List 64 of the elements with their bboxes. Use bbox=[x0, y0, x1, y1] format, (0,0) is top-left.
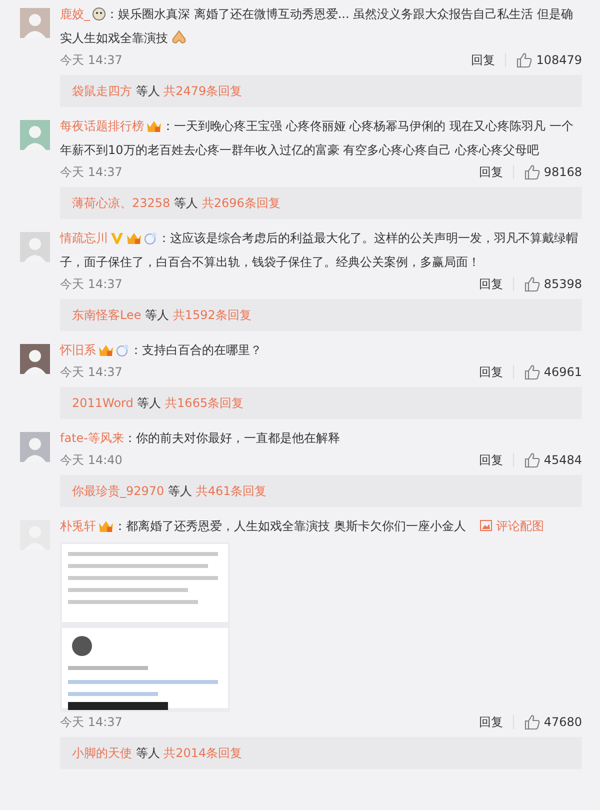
timestamp: 今天 14:37 bbox=[60, 364, 122, 381]
comment-text: 怀旧系 ：支持白百合的在哪里？ bbox=[60, 342, 263, 359]
thumbs-up-icon[interactable] bbox=[524, 452, 540, 468]
username-link[interactable]: 朴兎轩 bbox=[60, 519, 96, 533]
reply-link[interactable]: 回复 bbox=[478, 163, 503, 181]
like-count: 45484 bbox=[544, 452, 582, 469]
thumbs-up-icon[interactable] bbox=[524, 164, 540, 180]
comment-text: 每夜话题排行榜 ：一天到晚心疼王宝强 心疼佟丽娅 心疼杨幂马伊俐的 现在又心疼陈羽凡 一个年薪不到10万的老百姓去心疼一群年收入过亿的富豪 有空多心疼心疼自己 心疼心疼父母吧 bbox=[60, 118, 574, 159]
username-link[interactable]: 怀旧系 bbox=[60, 343, 96, 357]
timestamp: 今天 14:37 bbox=[60, 714, 122, 731]
reply-users-link[interactable]: 你最珍贵_92970 bbox=[72, 484, 164, 498]
reply-users-link[interactable]: 2011Word bbox=[72, 396, 134, 410]
username-link[interactable]: 鹿姣_ bbox=[60, 7, 90, 21]
username-link[interactable]: 每夜话题排行榜 bbox=[60, 119, 144, 133]
like-count: 108479 bbox=[536, 52, 582, 69]
timestamp: 今天 14:37 bbox=[60, 52, 122, 69]
verified-icon bbox=[110, 231, 124, 245]
timestamp: 今天 14:37 bbox=[60, 164, 122, 181]
reply-count-link[interactable]: 共1665条回复 bbox=[165, 396, 244, 410]
like-count: 98168 bbox=[544, 164, 582, 181]
reply-link[interactable]: 回复 bbox=[478, 275, 503, 293]
timestamp: 今天 14:37 bbox=[60, 276, 122, 293]
crown-icon bbox=[146, 119, 162, 133]
reply-users-link[interactable]: 小脚的天使 bbox=[72, 746, 132, 760]
replies-text: 等人 bbox=[137, 396, 162, 410]
replies-text: 等人 bbox=[168, 484, 192, 498]
reply-count-link[interactable]: 共461条回复 bbox=[196, 484, 267, 498]
reply-users-link[interactable]: 袋鼠走四方 bbox=[72, 84, 132, 98]
thumbs-up-icon[interactable] bbox=[524, 276, 540, 292]
reply-count-link[interactable]: 共2014条回复 bbox=[164, 746, 242, 760]
reply-count-link[interactable]: 共1592条回复 bbox=[172, 308, 252, 322]
crown-icon bbox=[126, 231, 142, 245]
reply-count-link[interactable]: 共2479条回复 bbox=[164, 84, 242, 98]
reply-link[interactable]: 回复 bbox=[478, 363, 503, 381]
like-count: 85398 bbox=[544, 276, 582, 293]
thumbs-up-icon[interactable] bbox=[524, 714, 540, 730]
comment-text: fate-等风来：你的前夫对你最好，一直都是他在解释 bbox=[60, 430, 341, 447]
replies-text: 等人 bbox=[174, 196, 198, 210]
replies-text: 等人 bbox=[136, 84, 160, 98]
username-link[interactable]: 情疏忘川 bbox=[60, 231, 108, 245]
username-link[interactable]: fate-等风来 bbox=[60, 431, 124, 445]
reply-link[interactable]: 回复 bbox=[471, 51, 496, 69]
ring-icon bbox=[144, 231, 158, 245]
reply-users-link[interactable]: 薄荷心凉、23258 bbox=[72, 196, 170, 210]
timestamp: 今天 14:40 bbox=[60, 452, 122, 469]
thumbs-up-icon[interactable] bbox=[516, 52, 532, 68]
comment-image-link[interactable]: 评论配图 bbox=[480, 519, 544, 533]
thumbs-up-icon[interactable] bbox=[524, 364, 540, 380]
comment-text: 朴兎轩 ：都离婚了还秀恩爱，人生如戏全靠演技 奥斯卡欠你们一座小金人 评论配图 bbox=[60, 518, 545, 535]
crown-icon bbox=[98, 519, 114, 533]
replies-text: 等人 bbox=[136, 746, 160, 760]
like-count: 47680 bbox=[544, 714, 582, 731]
image-icon bbox=[480, 520, 492, 531]
comment-text: 情疏忘川 ：这应该是综合考虑后的利益最大化了。这样的公关声明一发，羽凡不算戴绿帽子，面子保住了，白百合不算出轨，钱袋子保住了。经典公关案例，多赢局面！ bbox=[60, 230, 579, 271]
reply-link[interactable]: 回复 bbox=[478, 451, 503, 469]
ring-icon bbox=[116, 343, 130, 357]
crown-icon bbox=[98, 343, 114, 357]
like-count: 46961 bbox=[544, 364, 582, 381]
reply-count-link[interactable]: 共2696条回复 bbox=[202, 196, 280, 210]
comment-text: 鹿姣_ ：娱乐圈水真深 离婚了还在微博互动秀恩爱... 虽然没义务跟大众报告自己私生活 但是确实人生如戏全靠演技 bbox=[60, 6, 574, 47]
avatar[interactable] bbox=[20, 344, 50, 374]
reply-link[interactable]: 回复 bbox=[478, 713, 503, 731]
reply-users-link[interactable]: 东南怪客Lee bbox=[72, 308, 142, 322]
replies-text: 等人 bbox=[145, 308, 170, 322]
